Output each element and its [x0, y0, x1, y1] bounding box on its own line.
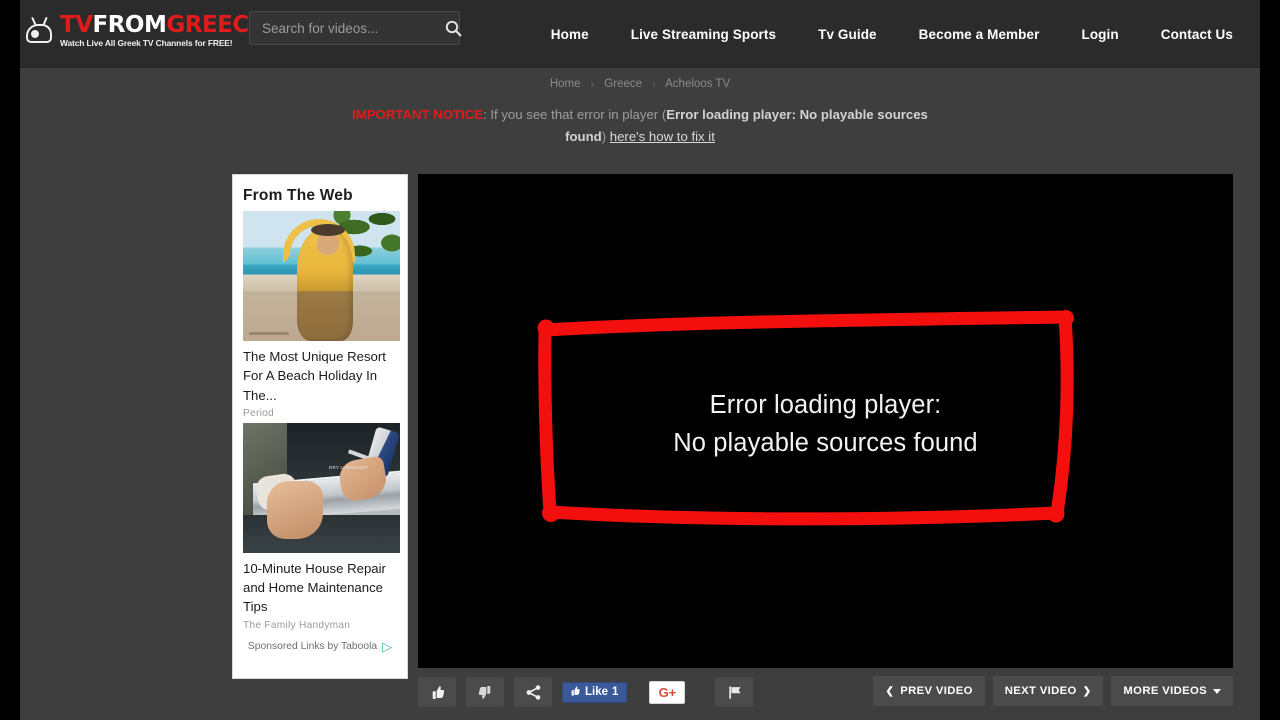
caret-down-icon	[1213, 688, 1221, 694]
more-videos-label: MORE VIDEOS	[1123, 685, 1207, 697]
search-box[interactable]	[249, 11, 462, 45]
breadcrumb-item-home[interactable]: Home	[550, 78, 581, 90]
search-input[interactable]	[250, 20, 445, 36]
widget-title: From The Web	[243, 187, 353, 204]
logo-word-from: FROM	[92, 12, 167, 39]
taboola-logo-icon: ▷	[382, 638, 393, 654]
breadcrumb-item-greece[interactable]: Greece	[604, 78, 642, 90]
sponsored-brand: Period	[243, 407, 274, 419]
prev-video-label: PREV VIDEO	[900, 685, 973, 697]
logo-wordmark: TVFROMGREECE	[60, 14, 264, 37]
flag-icon	[726, 684, 743, 701]
breadcrumb: Home › Greece › Acheloos TV	[20, 78, 1260, 90]
facebook-like-button[interactable]: Like 1	[562, 681, 628, 703]
notice-text-before: If you see that error in player (	[490, 107, 667, 122]
nav-item-tv-guide[interactable]: Tv Guide	[797, 27, 898, 42]
nav-item-live-streaming-sports[interactable]: Live Streaming Sports	[610, 27, 797, 42]
page-container: TVFROMGREECE Watch Live All Greek TV Cha…	[20, 0, 1260, 720]
thumbs-down-button[interactable]	[466, 677, 504, 707]
sponsored-thumbnail-beach[interactable]	[243, 211, 400, 341]
important-notice: IMPORTANT NOTICE: If you see that error …	[340, 104, 940, 147]
thumbs-down-icon	[477, 684, 494, 701]
google-plus-button[interactable]: G+	[649, 680, 686, 704]
red-hand-drawn-rectangle-annotation	[537, 310, 1078, 529]
from-the-web-widget: From The Web The Most Unique Resort For …	[232, 174, 408, 679]
more-videos-button[interactable]: MORE VIDEOS	[1111, 676, 1233, 706]
prev-video-button[interactable]: ❮ PREV VIDEO	[873, 676, 985, 706]
player-surface[interactable]: Error loading player: No playable source…	[418, 174, 1233, 668]
site-header: TVFROMGREECE Watch Live All Greek TV Cha…	[20, 0, 1260, 68]
search-button[interactable]	[445, 12, 462, 44]
logo-text: TVFROMGREECE Watch Live All Greek TV Cha…	[60, 14, 264, 49]
retro-tv-icon	[24, 16, 58, 45]
main-nav: Home Live Streaming Sports Tv Guide Beco…	[530, 0, 1254, 68]
next-video-button[interactable]: NEXT VIDEO ❯	[992, 676, 1104, 706]
sponsored-brand: The Family Handyman	[243, 619, 351, 631]
report-button[interactable]	[715, 677, 754, 707]
chevron-right-icon: ›	[652, 79, 656, 90]
google-plus-label: G+	[658, 684, 677, 700]
facebook-thumb-icon	[569, 685, 581, 700]
sponsored-thumbnail-repair[interactable]: DRY LUBRICANT	[243, 422, 400, 553]
nav-item-contact-us[interactable]: Contact Us	[1140, 27, 1254, 42]
nav-item-become-a-member[interactable]: Become a Member	[898, 27, 1061, 42]
notice-fix-link[interactable]: here's how to fix it	[610, 129, 715, 144]
logo-tagline: Watch Live All Greek TV Channels for FRE…	[60, 38, 233, 49]
nav-item-home[interactable]: Home	[530, 27, 610, 42]
notice-text-after: )	[601, 128, 610, 144]
logo-word-tv: TV	[60, 12, 93, 39]
player-nav-buttons: ❮ PREV VIDEO NEXT VIDEO ❯ MORE VIDEOS	[865, 676, 1233, 706]
sponsored-item[interactable]: The Most Unique Resort For A Beach Holid…	[243, 211, 400, 419]
chevron-left-icon: ❮	[885, 685, 895, 697]
facebook-like-count: 1	[612, 686, 619, 698]
sponsored-title[interactable]: The Most Unique Resort For A Beach Holid…	[243, 347, 397, 405]
share-icon	[525, 684, 542, 701]
notice-label: IMPORTANT NOTICE	[352, 107, 483, 122]
sponsored-links-footer[interactable]: Sponsored Links by Taboola ▷	[243, 640, 397, 653]
chevron-right-icon: ›	[590, 79, 595, 90]
player-toolbar: Like 1 G+ ❮ PREV VIDEO NEXT VIDEO ❯ MORE…	[418, 676, 1233, 708]
video-player[interactable]: Error loading player: No playable source…	[418, 174, 1233, 668]
chevron-right-icon: ❯	[1082, 685, 1092, 697]
next-video-label: NEXT VIDEO	[1004, 685, 1077, 697]
search-icon	[445, 20, 462, 37]
thumbnail-product-label: DRY LUBRICANT	[329, 464, 369, 470]
thumbs-up-icon	[429, 684, 446, 701]
facebook-like-label: Like	[585, 686, 609, 698]
sponsored-item[interactable]: DRY LUBRICANT 10-Minute House Repair and…	[243, 422, 400, 631]
share-button[interactable]	[514, 677, 552, 707]
thumbs-up-button[interactable]	[418, 677, 456, 707]
breadcrumb-item-current: Acheloos TV	[665, 78, 731, 90]
site-logo[interactable]: TVFROMGREECE Watch Live All Greek TV Cha…	[24, 8, 264, 54]
sponsored-links-label: Sponsored Links by Taboola	[247, 640, 378, 652]
sponsored-title[interactable]: 10-Minute House Repair and Home Maintena…	[243, 559, 397, 617]
nav-item-login[interactable]: Login	[1060, 27, 1139, 42]
